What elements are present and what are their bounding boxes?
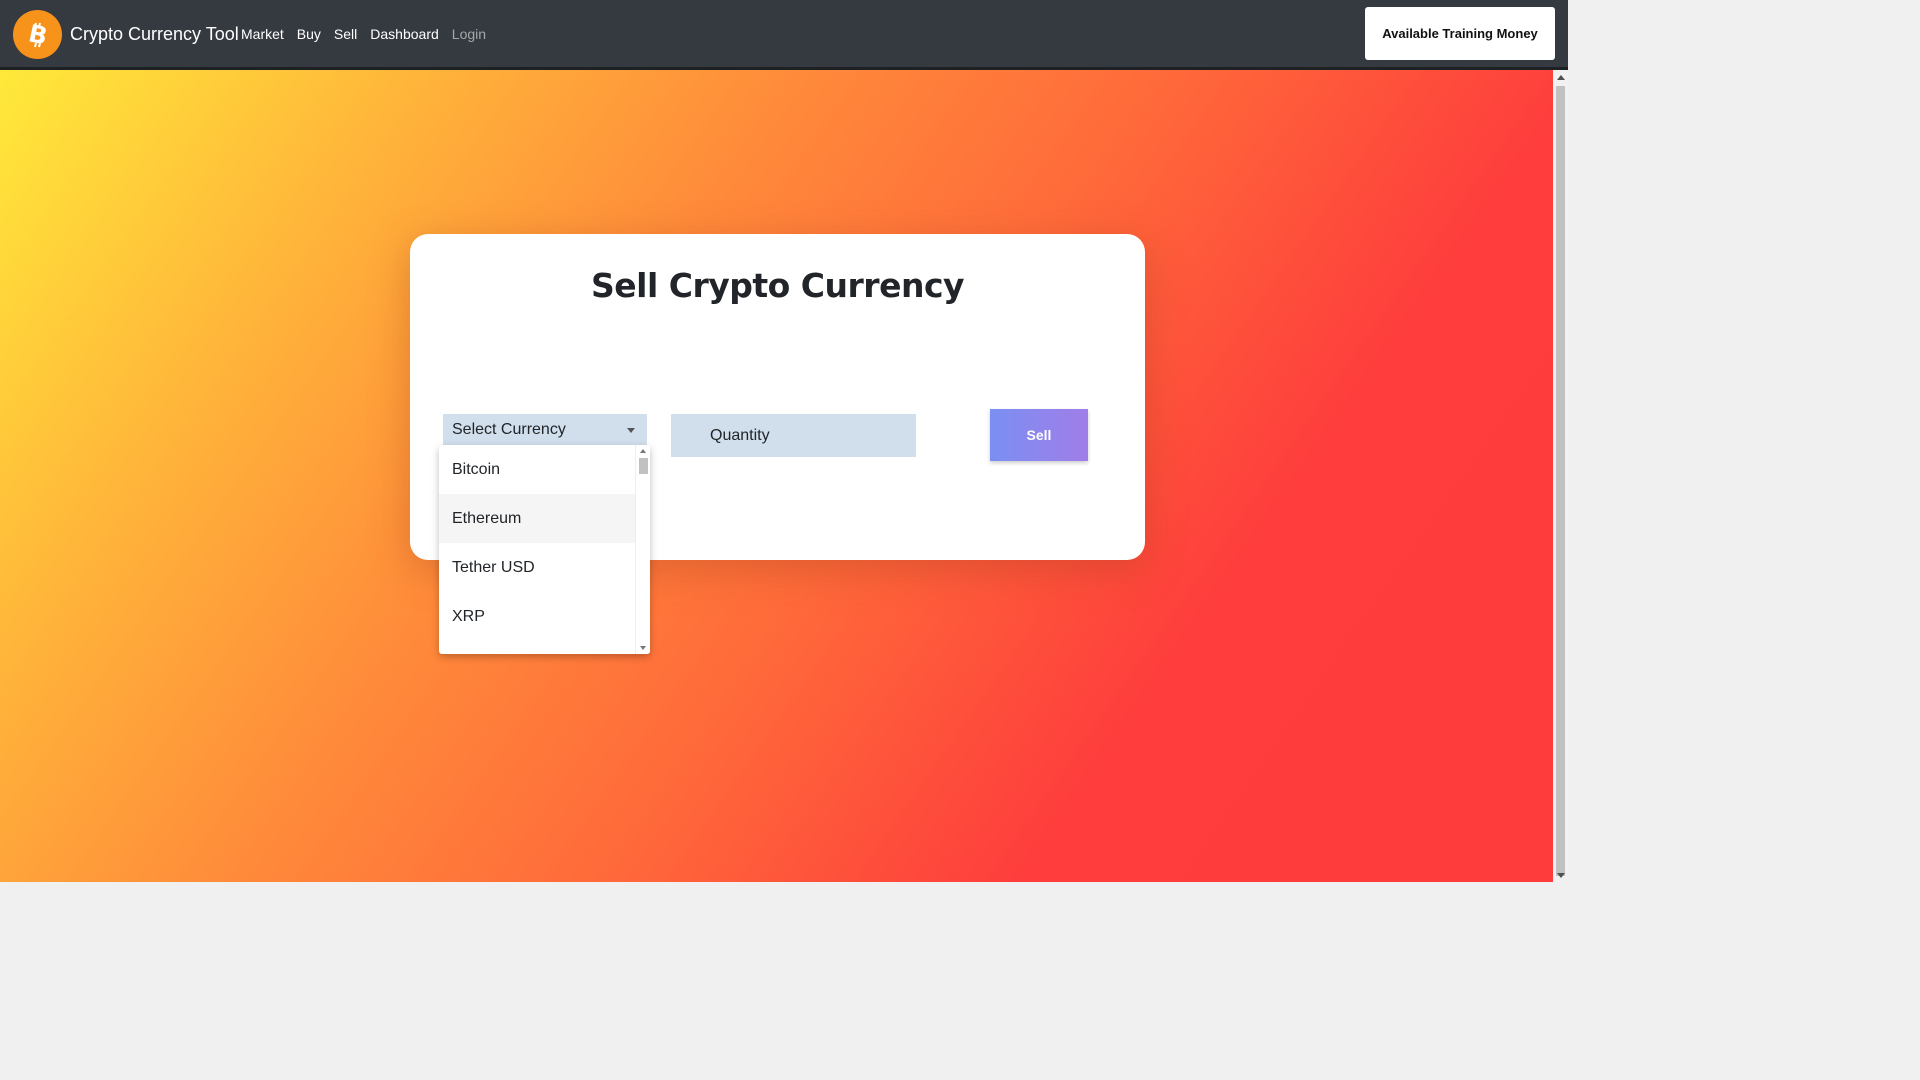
currency-dropdown[interactable]: Bitcoin Ethereum Tether USD XRP [439,445,650,654]
navbar: B Crypto Currency Tool Market Buy Sell D… [0,0,1568,70]
scroll-up-arrow-icon[interactable] [1557,75,1565,80]
currency-option-ethereum[interactable]: Ethereum [439,494,635,543]
scroll-down-arrow-icon[interactable] [1557,873,1565,878]
currency-select-label: Select Currency [452,421,566,438]
nav-link-market[interactable]: Market [241,25,284,43]
scroll-thumb[interactable] [1556,86,1565,876]
page-scrollbar[interactable] [1553,70,1568,882]
bitcoin-symbol-icon: B [26,20,50,50]
nav-link-sell[interactable]: Sell [334,25,357,43]
currency-option-xrp[interactable]: XRP [439,592,635,641]
nav-link-dashboard[interactable]: Dashboard [370,25,439,43]
nav-link-login[interactable]: Login [452,25,486,43]
brand-title[interactable]: Crypto Currency Tool [70,22,239,46]
dropdown-scroll-thumb[interactable] [639,458,648,474]
nav-link-buy[interactable]: Buy [297,25,321,43]
dropdown-scrollbar[interactable] [635,445,650,654]
sell-button[interactable]: Sell [990,409,1088,461]
currency-select[interactable]: Select Currency [443,414,647,446]
page-title: Sell Crypto Currency [590,266,965,305]
chevron-down-icon [627,428,635,433]
svg-text:B: B [26,20,50,50]
currency-option-bitcoin[interactable]: Bitcoin [439,445,635,494]
quantity-input[interactable] [671,414,916,457]
currency-option-tether-usd[interactable]: Tether USD [439,543,635,592]
available-training-money-button[interactable]: Available Training Money [1365,7,1555,60]
nav-links: Market Buy Sell Dashboard Login [241,25,486,43]
dropdown-scroll-down-icon[interactable] [640,646,646,650]
currency-options-list: Bitcoin Ethereum Tether USD XRP [439,445,635,641]
bitcoin-logo-icon[interactable]: B [13,10,62,59]
dropdown-scroll-up-icon[interactable] [640,449,646,453]
